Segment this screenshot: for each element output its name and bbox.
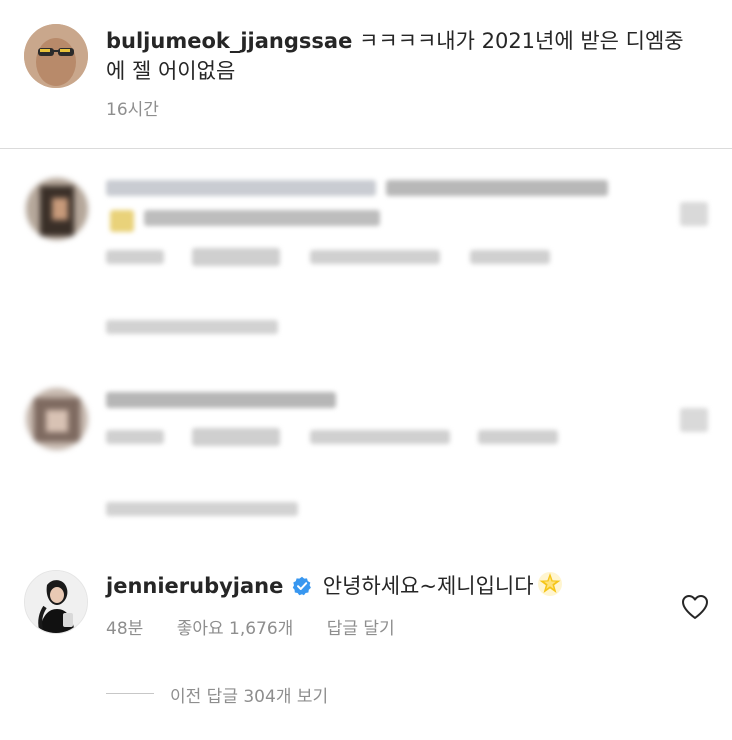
blurred-heart-icon[interactable]: [680, 202, 708, 226]
blurred-username: [106, 180, 376, 196]
blurred-meta: [192, 248, 280, 266]
blurred-meta: [478, 430, 558, 444]
reply-likes-count[interactable]: 좋아요 1,676개: [177, 619, 294, 639]
view-previous-replies[interactable]: 이전 답글 304개 보기: [170, 682, 328, 707]
heart-outline-icon[interactable]: [681, 594, 709, 620]
reply-line: jennierubyjane 안녕하세요~제니입니다: [106, 570, 666, 601]
comment-avatar[interactable]: [26, 178, 88, 240]
blurred-meta: [310, 430, 450, 444]
post-author-username[interactable]: buljumeok_jjangssae: [106, 29, 352, 53]
comment-blurred-2: [0, 380, 732, 530]
blurred-view-replies[interactable]: [106, 502, 298, 516]
section-divider: [0, 148, 732, 149]
comment-avatar[interactable]: [26, 388, 88, 450]
verified-badge-icon: [292, 574, 312, 596]
reply-author-avatar[interactable]: [24, 570, 88, 634]
blurred-meta: [192, 428, 280, 446]
post-caption: buljumeok_jjangssae ㅋㅋㅋㅋ내가 2021년에 받은 디엠중…: [106, 26, 716, 86]
blurred-emoji: [110, 210, 134, 232]
glowing-star-icon: [536, 570, 564, 596]
reply-time: 48분: [106, 619, 144, 639]
post-caption-text-line1: ㅋㅋㅋㅋ내가 2021년에 받은 디엠중: [359, 29, 684, 53]
blurred-view-replies[interactable]: [106, 320, 278, 334]
blurred-text: [386, 180, 608, 196]
reply-author-username[interactable]: jennierubyjane: [106, 574, 283, 598]
comment-blurred-1: [0, 170, 732, 340]
post-time: 16시간: [106, 100, 159, 120]
blurred-meta: [106, 250, 164, 264]
view-replies-rule: [106, 693, 154, 694]
blurred-heart-icon[interactable]: [680, 408, 708, 432]
post-caption-text-line2: 에 젤 어이없음: [106, 59, 236, 83]
reply-text: 안녕하세요~제니입니다: [322, 574, 534, 598]
blurred-username: [106, 392, 336, 408]
reply-button[interactable]: 답글 달기: [327, 619, 395, 639]
post-author-avatar[interactable]: [24, 24, 88, 88]
blurred-meta: [106, 430, 164, 444]
blurred-meta: [310, 250, 440, 264]
blurred-text: [144, 210, 380, 226]
reply-meta-row: 48분 좋아요 1,676개 답글 달기: [106, 614, 395, 639]
blurred-meta: [470, 250, 550, 264]
